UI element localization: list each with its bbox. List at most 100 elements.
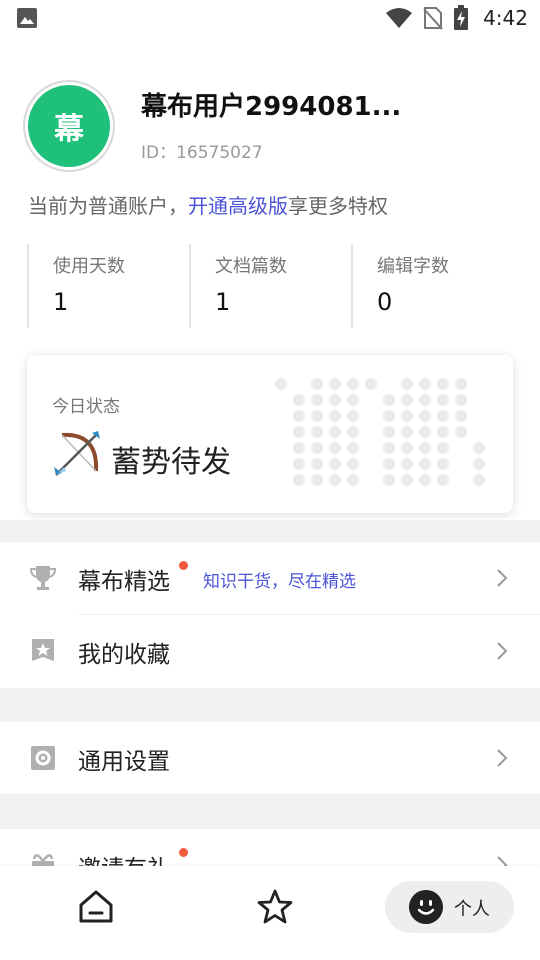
chevron-right-icon — [497, 642, 508, 660]
star-shield-icon — [32, 639, 54, 661]
decorative-dot — [275, 378, 287, 390]
decorative-dot — [347, 394, 359, 406]
decorative-dot — [401, 394, 413, 406]
status-bar: 4:42 — [0, 0, 540, 36]
decorative-dot — [383, 474, 395, 486]
decorative-dot — [455, 378, 467, 390]
decorative-dot — [329, 410, 341, 422]
stat-value: 1 — [53, 288, 69, 316]
menu-group-1: 幕布精选 知识干货，尽在精选 我的收藏 — [0, 542, 540, 688]
decorative-dot — [293, 394, 305, 406]
today-status-card[interactable]: 今日状态 蓄势待发 — [27, 355, 513, 513]
decorative-dot — [455, 426, 467, 438]
decorative-dot — [419, 410, 431, 422]
avatar[interactable]: 幕 — [28, 85, 110, 167]
decorative-dot — [419, 442, 431, 454]
battery-charging-icon — [454, 5, 469, 30]
chevron-right-icon — [497, 749, 508, 767]
stat-usage-days: 使用天数 1 — [27, 244, 189, 328]
decorative-dot — [437, 410, 449, 422]
decorative-dot-pattern — [275, 378, 485, 486]
decorative-dot — [329, 442, 341, 454]
card-title: 今日状态 — [52, 397, 120, 417]
decorative-dot — [311, 410, 323, 422]
username[interactable]: 幕布用户2994081... — [141, 86, 401, 123]
decorative-dot — [329, 458, 341, 470]
decorative-dot — [347, 426, 359, 438]
menu-label-settings: 通用设置 — [78, 749, 170, 775]
decorative-dot — [347, 458, 359, 470]
stat-label: 使用天数 — [53, 256, 125, 277]
chevron-right-icon — [497, 569, 508, 587]
decorative-dot — [311, 378, 323, 390]
decorative-dot — [419, 458, 431, 470]
image-icon — [17, 8, 37, 28]
decorative-dot — [401, 474, 413, 486]
stat-value: 1 — [215, 288, 231, 316]
account-promo-suffix: 享更多特权 — [288, 194, 388, 218]
menu-item-featured[interactable]: 幕布精选 知识干货，尽在精选 — [0, 542, 540, 614]
decorative-dot — [473, 442, 485, 454]
stat-value: 0 — [377, 288, 393, 316]
notification-dot — [179, 848, 188, 857]
decorative-dot — [383, 394, 395, 406]
star-icon[interactable] — [256, 888, 294, 926]
stat-doc-count: 文档篇数 1 — [189, 244, 351, 328]
trophy-icon — [30, 566, 56, 590]
decorative-dot — [365, 378, 377, 390]
decorative-dot — [293, 410, 305, 422]
account-promo: 当前为普通账户，开通高级版享更多特权 — [28, 190, 388, 219]
decorative-dot — [419, 394, 431, 406]
decorative-dot — [455, 410, 467, 422]
decorative-dot — [311, 442, 323, 454]
decorative-dot — [473, 458, 485, 470]
wifi-icon — [386, 8, 413, 28]
decorative-dot — [293, 426, 305, 438]
decorative-dot — [401, 378, 413, 390]
decorative-dot — [455, 394, 467, 406]
decorative-dot — [401, 410, 413, 422]
decorative-dot — [437, 442, 449, 454]
decorative-dot — [401, 442, 413, 454]
decorative-dot — [383, 458, 395, 470]
smiley-icon — [409, 890, 443, 924]
decorative-dot — [311, 426, 323, 438]
menu-label-featured: 幕布精选 — [78, 569, 170, 595]
stat-label: 文档篇数 — [215, 256, 287, 277]
decorative-dot — [419, 474, 431, 486]
decorative-dot — [329, 474, 341, 486]
upgrade-link[interactable]: 开通高级版 — [188, 194, 288, 218]
decorative-dot — [311, 458, 323, 470]
user-id: ID：16575027 — [141, 143, 263, 163]
tab-personal[interactable]: 个人 — [385, 881, 514, 933]
decorative-dot — [437, 474, 449, 486]
bottom-nav: 个人 — [0, 866, 540, 960]
decorative-dot — [473, 474, 485, 486]
decorative-dot — [383, 442, 395, 454]
decorative-dot — [401, 426, 413, 438]
tab-personal-label: 个人 — [454, 899, 490, 920]
decorative-dot — [293, 442, 305, 454]
gear-icon — [31, 746, 55, 770]
status-time: 4:42 — [483, 6, 528, 30]
decorative-dot — [311, 474, 323, 486]
menu-sub-featured: 知识干货，尽在精选 — [203, 572, 356, 592]
decorative-dot — [347, 378, 359, 390]
decorative-dot — [437, 458, 449, 470]
decorative-dot — [437, 394, 449, 406]
status-text: 蓄势待发 — [111, 445, 231, 480]
decorative-dot — [437, 378, 449, 390]
decorative-dot — [329, 426, 341, 438]
decorative-dot — [437, 426, 449, 438]
decorative-dot — [311, 394, 323, 406]
home-icon[interactable] — [77, 888, 115, 926]
menu-item-favorites[interactable]: 我的收藏 — [0, 615, 540, 687]
decorative-dot — [401, 458, 413, 470]
no-sim-icon — [423, 7, 443, 30]
menu-item-settings[interactable]: 通用设置 — [0, 722, 540, 794]
menu-label-favorites: 我的收藏 — [78, 642, 170, 668]
bow-and-arrow-icon — [54, 431, 100, 476]
decorative-dot — [347, 410, 359, 422]
stat-label: 编辑字数 — [377, 256, 449, 277]
decorative-dot — [347, 442, 359, 454]
